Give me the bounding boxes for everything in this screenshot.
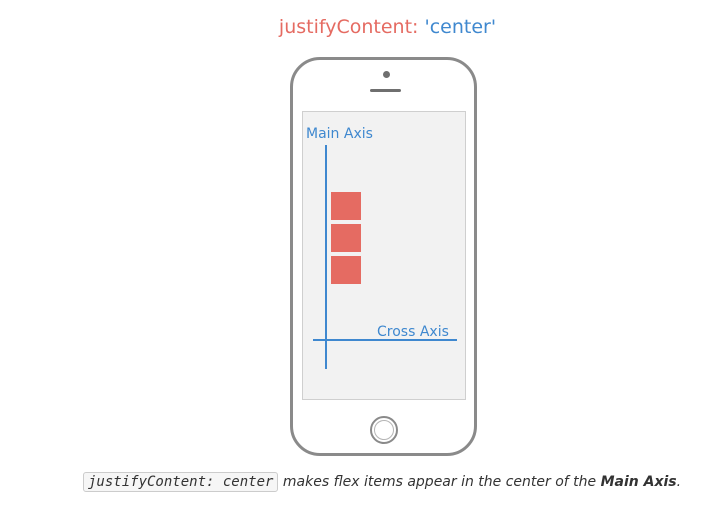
- home-button-inner: [374, 420, 394, 440]
- caption-text: makes flex items appear in the center of…: [278, 474, 601, 490]
- cross-axis-line: [313, 339, 457, 341]
- cross-axis-label: Cross Axis: [377, 324, 449, 340]
- flex-item-3: [331, 256, 361, 284]
- caption-emphasis: Main Axis: [600, 474, 677, 490]
- home-button-icon: [370, 416, 398, 444]
- title-property: justifyContent:: [278, 16, 425, 38]
- speaker-icon: [370, 89, 401, 92]
- title-value: 'center': [424, 16, 497, 38]
- flex-item-2: [331, 224, 361, 252]
- flex-item-1: [331, 192, 361, 220]
- main-axis-line: [325, 145, 327, 369]
- caption: justifyContent: center makes flex items …: [83, 472, 682, 492]
- main-axis-label: Main Axis: [306, 126, 373, 142]
- caption-end: .: [676, 474, 682, 490]
- diagram-title: justifyContent: 'center': [0, 16, 725, 38]
- caption-code: justifyContent: center: [83, 472, 279, 492]
- camera-icon: [383, 71, 390, 78]
